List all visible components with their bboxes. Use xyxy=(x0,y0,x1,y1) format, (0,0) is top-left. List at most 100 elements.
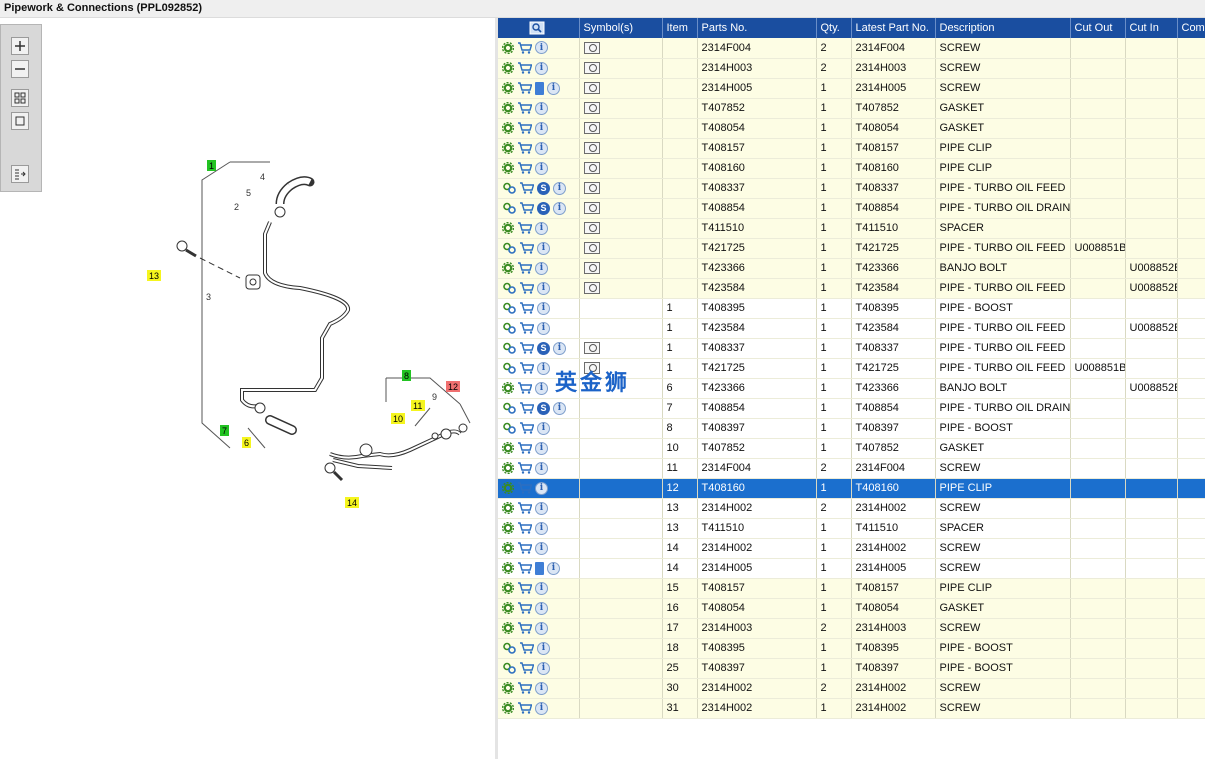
supersession-icon[interactable]: S xyxy=(537,181,550,195)
cart-icon[interactable] xyxy=(517,142,532,154)
symbol-icon[interactable] xyxy=(583,262,600,275)
cart-icon[interactable] xyxy=(517,602,532,614)
gears-icon[interactable] xyxy=(502,362,516,374)
info-icon[interactable]: i xyxy=(547,561,560,575)
symbol-icon[interactable] xyxy=(583,162,600,175)
symbol-icon[interactable] xyxy=(583,62,600,75)
callout-12[interactable]: 12 xyxy=(446,381,460,392)
info-icon[interactable]: i xyxy=(535,441,548,455)
table-row[interactable]: i 17 2314H003 2 2314H003 SCREW xyxy=(498,618,1205,639)
gear-icon[interactable] xyxy=(502,542,514,554)
gear-icon[interactable] xyxy=(502,162,514,174)
cart-icon[interactable] xyxy=(517,702,532,714)
info-icon[interactable]: i xyxy=(535,161,548,175)
table-row[interactable]: i 1 T423584 1 T423584 PIPE - TURBO OIL FEED U0… xyxy=(498,318,1205,339)
callout-6[interactable]: 6 xyxy=(242,437,251,448)
info-icon[interactable]: i xyxy=(535,481,548,495)
symbol-icon[interactable] xyxy=(583,222,600,235)
table-row[interactable]: i 8 T408397 1 T408397 PIPE - BOOST xyxy=(498,418,1205,439)
symbol-icon[interactable] xyxy=(583,342,600,355)
callout-10[interactable]: 10 xyxy=(391,413,405,424)
cart-icon[interactable] xyxy=(517,482,532,494)
cart-icon[interactable] xyxy=(519,242,534,254)
table-row[interactable]: i 13 2314H002 2 2314H002 SCREW xyxy=(498,498,1205,519)
table-row[interactable]: i T408157 1 T408157 PIPE CLIP xyxy=(498,138,1205,159)
symbol-icon[interactable] xyxy=(583,142,600,155)
supersession-icon[interactable]: S xyxy=(537,401,550,415)
table-row[interactable]: i 14 2314H002 1 2314H002 SCREW xyxy=(498,538,1205,559)
table-row[interactable]: i 2314H005 1 2314H005 SCREW xyxy=(498,78,1205,99)
cart-icon[interactable] xyxy=(517,382,532,394)
table-row[interactable]: i T421725 1 T421725 PIPE - TURBO OIL FEED U00… xyxy=(498,238,1205,259)
info-icon[interactable]: i xyxy=(553,201,566,215)
cart-icon[interactable] xyxy=(519,202,534,214)
info-icon[interactable]: i xyxy=(535,261,548,275)
fit-icon[interactable] xyxy=(11,112,29,130)
gear-icon[interactable] xyxy=(502,502,514,514)
info-icon[interactable]: i xyxy=(535,61,548,75)
gear-icon[interactable] xyxy=(502,142,514,154)
table-row[interactable]: i 10 T407852 1 T407852 GASKET xyxy=(498,438,1205,459)
callout-11[interactable]: 11 xyxy=(411,400,425,411)
cart-icon[interactable] xyxy=(519,642,534,654)
symbol-icon[interactable] xyxy=(583,41,600,54)
gear-icon[interactable] xyxy=(502,602,514,614)
gears-icon[interactable] xyxy=(502,342,516,354)
info-icon[interactable]: i xyxy=(537,361,550,375)
table-row[interactable]: i 1 T408395 1 T408395 PIPE - BOOST xyxy=(498,298,1205,319)
info-icon[interactable]: i xyxy=(535,681,548,695)
info-icon[interactable]: i xyxy=(535,601,548,615)
cart-icon[interactable] xyxy=(519,302,534,314)
info-icon[interactable]: i xyxy=(535,521,548,535)
cart-icon[interactable] xyxy=(517,522,532,534)
table-row[interactable]: Si 1 T408337 1 T408337 PIPE - TURBO OIL FEED xyxy=(498,338,1205,359)
column-header-latest-part-no[interactable]: Latest Part No. xyxy=(851,18,936,38)
gears-icon[interactable] xyxy=(502,242,516,254)
symbol-icon[interactable] xyxy=(583,242,600,255)
gears-icon[interactable] xyxy=(502,322,516,334)
callout-13[interactable]: 13 xyxy=(147,270,161,281)
info-icon[interactable]: i xyxy=(535,701,548,715)
cart-icon[interactable] xyxy=(517,62,532,74)
grid-view-icon[interactable] xyxy=(11,89,29,107)
table-row[interactable]: i T408054 1 T408054 GASKET xyxy=(498,118,1205,139)
table-row[interactable]: i 16 T408054 1 T408054 GASKET xyxy=(498,598,1205,619)
info-icon[interactable]: i xyxy=(553,401,566,415)
info-icon[interactable]: i xyxy=(547,81,560,95)
gears-icon[interactable] xyxy=(502,422,516,434)
table-row[interactable]: i T423366 1 T423366 BANJO BOLT U008852E xyxy=(498,258,1205,279)
info-icon[interactable]: i xyxy=(535,121,548,135)
info-icon[interactable]: i xyxy=(535,41,548,55)
gear-icon[interactable] xyxy=(502,41,514,54)
gear-icon[interactable] xyxy=(502,562,514,574)
table-row[interactable]: i 12 T408160 1 T408160 PIPE CLIP xyxy=(498,478,1205,499)
info-icon[interactable]: i xyxy=(537,421,550,435)
column-header-cut-out[interactable]: Cut Out xyxy=(1070,18,1126,38)
cart-icon[interactable] xyxy=(517,42,532,54)
gear-icon[interactable] xyxy=(502,682,514,694)
gear-icon[interactable] xyxy=(502,522,514,534)
gear-icon[interactable] xyxy=(502,462,514,474)
cart-icon[interactable] xyxy=(519,342,534,354)
cart-icon[interactable] xyxy=(517,102,532,114)
table-row[interactable]: Si T408337 1 T408337 PIPE - TURBO OIL FEED xyxy=(498,178,1205,199)
panel-toggle-icon[interactable] xyxy=(11,165,29,183)
info-icon[interactable]: i xyxy=(537,641,550,655)
table-row[interactable]: Si T408854 1 T408854 PIPE - TURBO OIL DRAIN xyxy=(498,198,1205,219)
zoom-in-icon[interactable] xyxy=(11,37,29,55)
zoom-out-icon[interactable] xyxy=(11,60,29,78)
supersession-icon[interactable]: S xyxy=(537,341,550,355)
gear-icon[interactable] xyxy=(502,262,514,274)
gear-icon[interactable] xyxy=(502,482,514,494)
table-row[interactable]: i T408160 1 T408160 PIPE CLIP xyxy=(498,158,1205,179)
gears-icon[interactable] xyxy=(502,282,516,294)
gears-icon[interactable] xyxy=(502,302,516,314)
callout-1[interactable]: 1 xyxy=(207,160,216,171)
gears-icon[interactable] xyxy=(502,182,516,194)
column-header-parts-no[interactable]: Parts No. xyxy=(697,18,817,38)
column-header-qty[interactable]: Qty. xyxy=(816,18,852,38)
symbol-icon[interactable] xyxy=(583,182,600,195)
callout-14[interactable]: 14 xyxy=(345,497,359,508)
info-icon[interactable]: i xyxy=(535,581,548,595)
info-icon[interactable]: i xyxy=(535,501,548,515)
